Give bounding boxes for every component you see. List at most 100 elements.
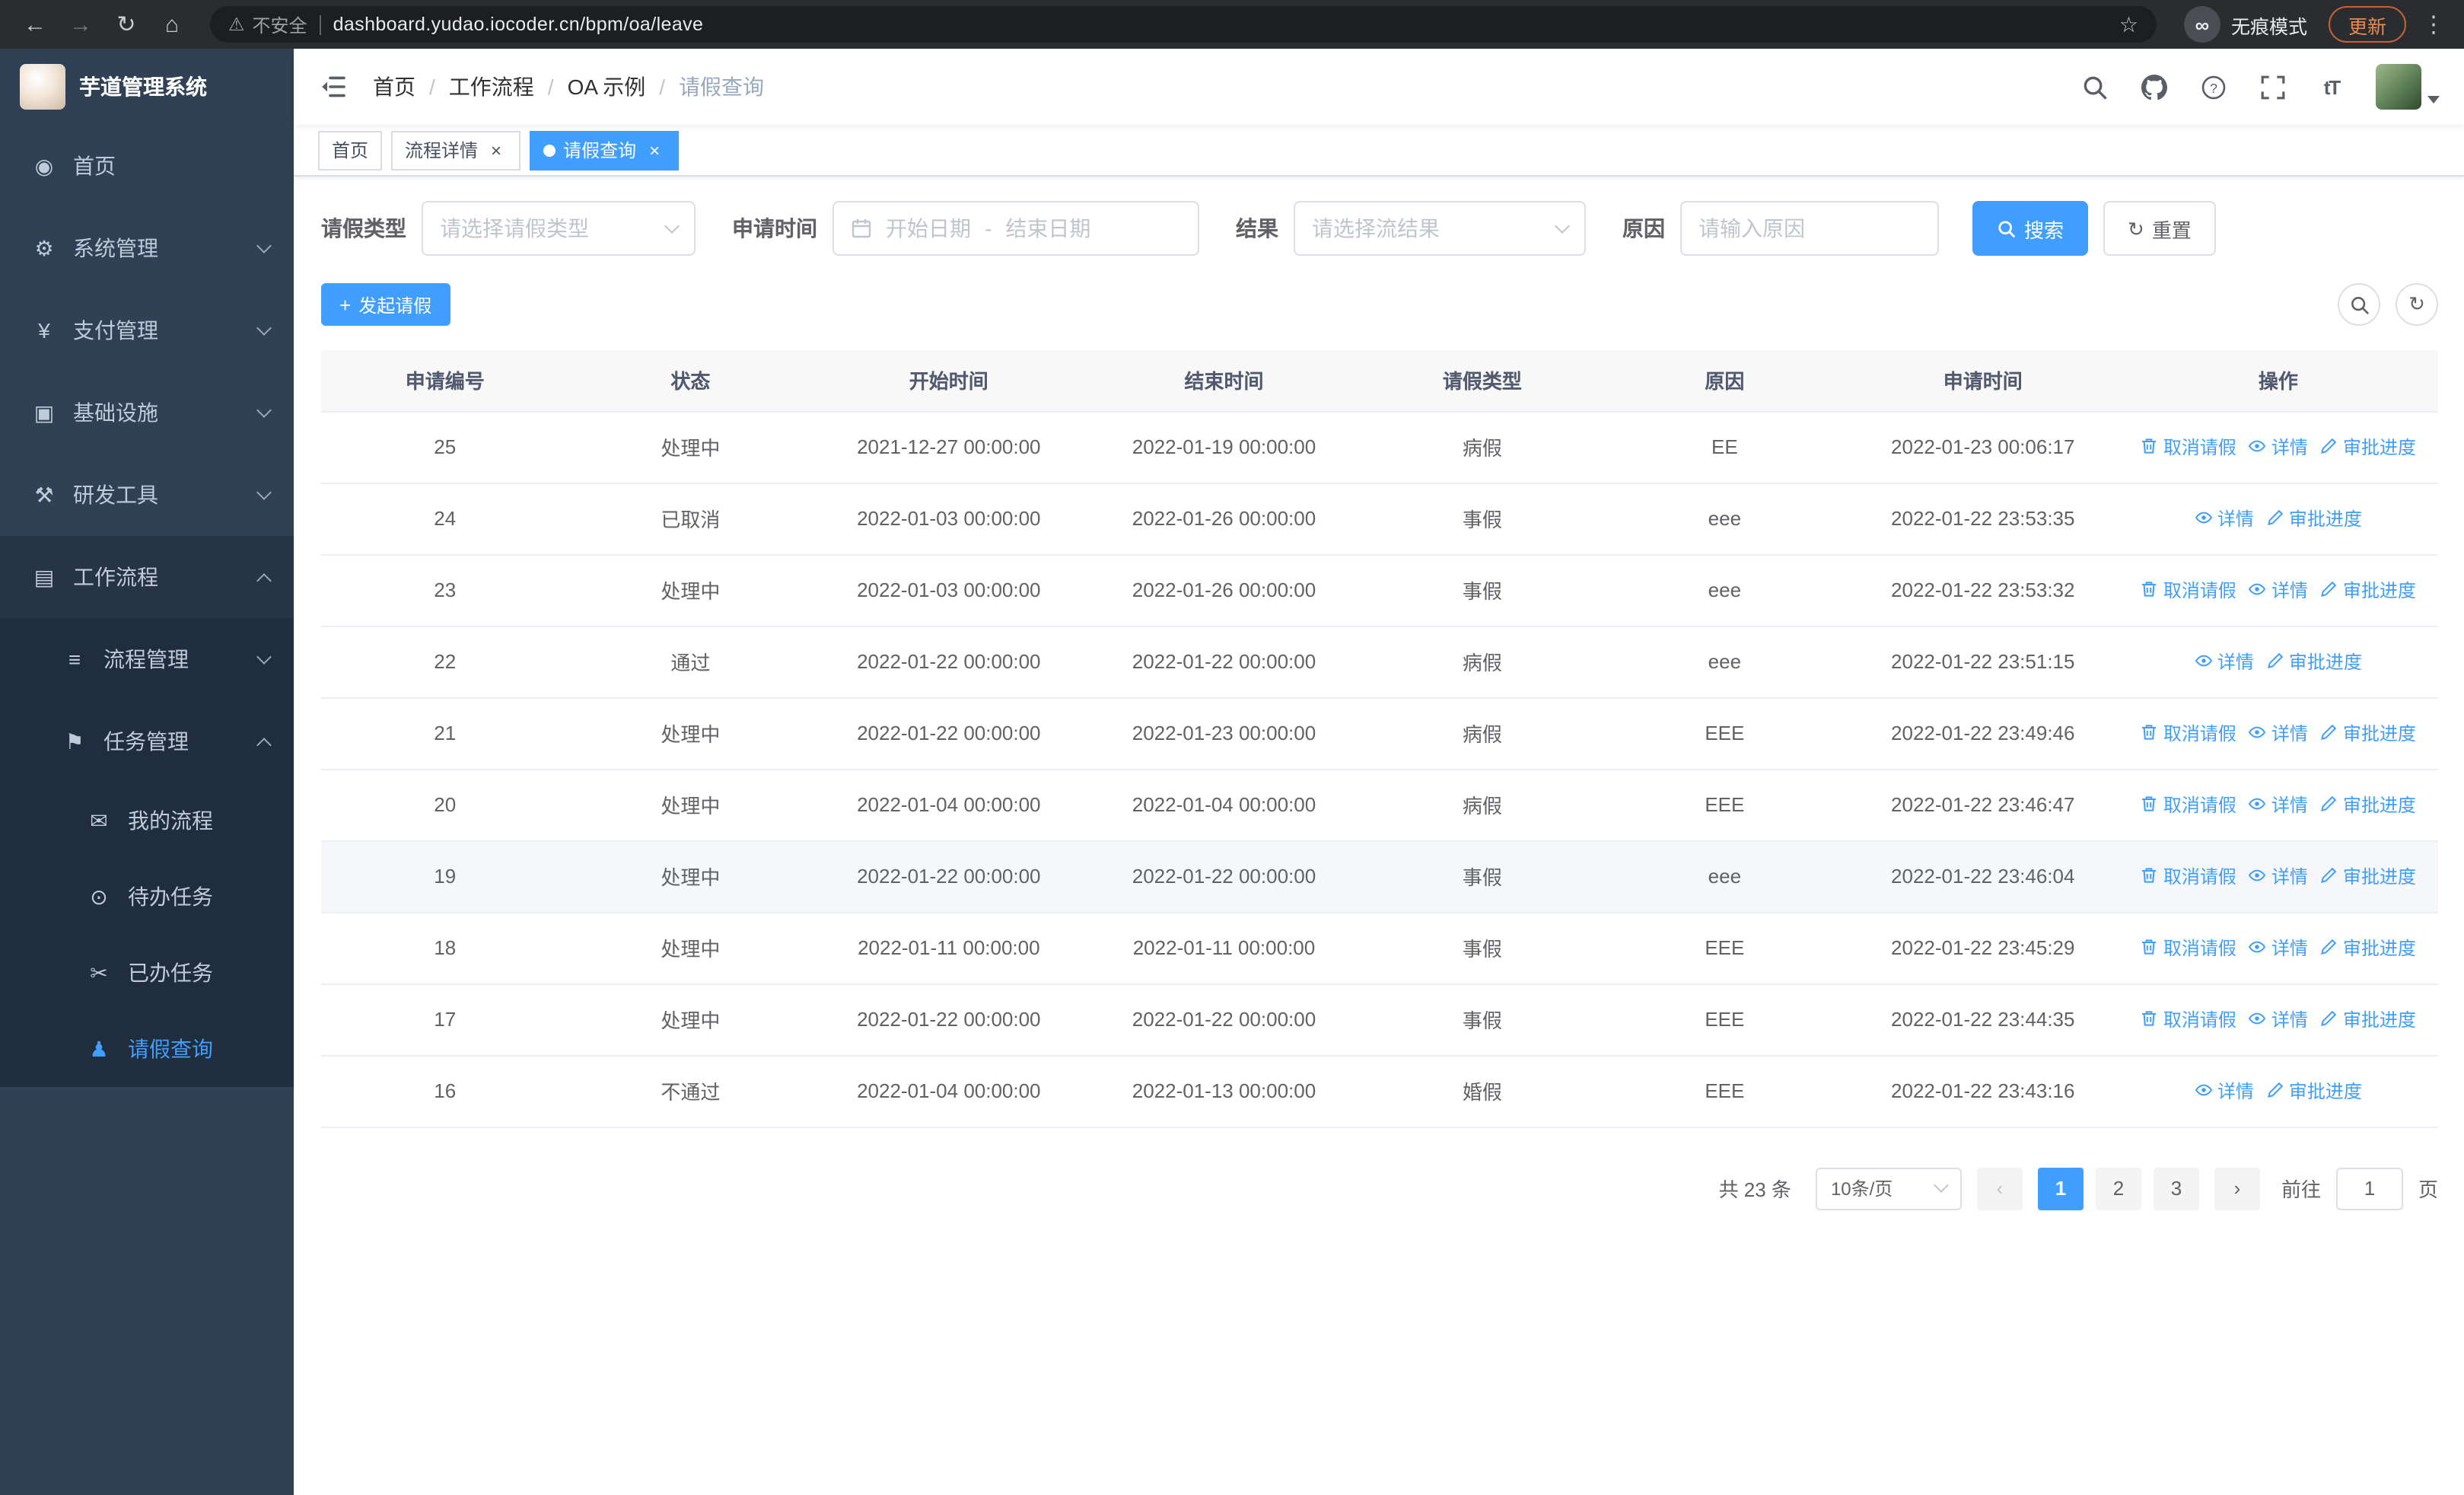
sidebar-item-payment[interactable]: ¥ 支付管理 bbox=[0, 289, 294, 371]
browser-menu-icon[interactable]: ⋮ bbox=[2418, 11, 2449, 38]
sidebar-item-devtools[interactable]: ⚒ 研发工具 bbox=[0, 454, 294, 536]
reset-button[interactable]: ↻ 重置 bbox=[2103, 201, 2216, 256]
page-size-select[interactable]: 10条/页 bbox=[1815, 1167, 1962, 1210]
column-header: 操作 bbox=[2118, 350, 2438, 412]
cell-reason: EEE bbox=[1602, 983, 1848, 1056]
toggle-search-button[interactable] bbox=[2338, 283, 2380, 326]
cancel-action-link[interactable]: 取消请假 bbox=[2141, 434, 2236, 460]
sidebar-item-label: 流程管理 bbox=[103, 647, 189, 671]
leave-type-select[interactable]: 请选择请假类型 bbox=[422, 201, 696, 256]
sidebar-collapse-icon[interactable] bbox=[318, 72, 349, 102]
sidebar-item-process-mgmt[interactable]: ≡ 流程管理 bbox=[0, 618, 294, 700]
create-leave-button[interactable]: + 发起请假 bbox=[321, 283, 450, 326]
refresh-table-button[interactable]: ↻ bbox=[2396, 283, 2438, 326]
github-icon[interactable] bbox=[2138, 72, 2169, 102]
progress-action-link[interactable]: 审批进度 bbox=[2266, 649, 2362, 674]
cell-actions: 取消请假 详情 审批进度 bbox=[2118, 411, 2438, 483]
url-text: dashboard.yudao.iocoder.cn/bpm/oa/leave bbox=[333, 14, 704, 35]
edit-icon bbox=[2321, 438, 2338, 454]
detail-action-link[interactable]: 详情 bbox=[2249, 720, 2308, 746]
cell-end-time: 2022-01-19 00:00:00 bbox=[1085, 411, 1363, 483]
edit-icon bbox=[2321, 582, 2338, 598]
detail-action-link[interactable]: 详情 bbox=[2249, 863, 2308, 889]
cell-status: 处理中 bbox=[568, 697, 813, 770]
sidebar-item-todo-task[interactable]: ⊙ 待办任务 bbox=[0, 859, 294, 935]
close-icon[interactable]: × bbox=[485, 139, 507, 161]
progress-action-link[interactable]: 审批进度 bbox=[2266, 505, 2362, 531]
tab-首页[interactable]: 首页 bbox=[318, 130, 383, 170]
breadcrumb-item[interactable]: OA 示例 bbox=[568, 72, 646, 102]
address-bar[interactable]: ⚠ 不安全 dashboard.yudao.iocoder.cn/bpm/oa/… bbox=[210, 6, 2157, 43]
cancel-action-link[interactable]: 取消请假 bbox=[2141, 863, 2236, 889]
cell-start-time: 2022-01-11 00:00:00 bbox=[812, 912, 1086, 984]
prev-page-button[interactable]: ‹ bbox=[1976, 1167, 2023, 1210]
eye-icon bbox=[2249, 727, 2267, 738]
page-button-1[interactable]: 1 bbox=[2037, 1167, 2084, 1210]
cancel-action-link[interactable]: 取消请假 bbox=[2141, 792, 2236, 818]
sidebar-item-label: 支付管理 bbox=[73, 318, 158, 343]
apply-time-range-picker[interactable]: 开始日期 - 结束日期 bbox=[832, 201, 1199, 256]
progress-action-link[interactable]: 审批进度 bbox=[2320, 577, 2416, 603]
cancel-action-link[interactable]: 取消请假 bbox=[2141, 935, 2236, 961]
progress-action-link[interactable]: 审批进度 bbox=[2320, 720, 2416, 746]
edit-icon bbox=[2321, 939, 2338, 955]
breadcrumb-item[interactable]: 工作流程 bbox=[449, 72, 534, 102]
detail-action-link[interactable]: 详情 bbox=[2195, 505, 2254, 531]
progress-action-link[interactable]: 审批进度 bbox=[2266, 1078, 2362, 1104]
fullscreen-icon[interactable] bbox=[2257, 72, 2287, 102]
browser-home-icon[interactable]: ⌂ bbox=[152, 5, 192, 44]
next-page-button[interactable]: › bbox=[2214, 1167, 2260, 1210]
cancel-action-link[interactable]: 取消请假 bbox=[2141, 720, 2236, 746]
help-icon[interactable]: ? bbox=[2198, 72, 2228, 102]
goto-page-input[interactable] bbox=[2335, 1167, 2403, 1210]
detail-action-link[interactable]: 详情 bbox=[2195, 1078, 2254, 1104]
detail-action-link[interactable]: 详情 bbox=[2249, 434, 2308, 460]
browser-back-icon[interactable]: ← bbox=[15, 5, 55, 44]
sidebar-item-task-mgmt[interactable]: ⚑ 任务管理 bbox=[0, 700, 294, 783]
page-button-3[interactable]: 3 bbox=[2153, 1167, 2199, 1210]
reason-input[interactable] bbox=[1680, 201, 1939, 256]
close-icon[interactable]: × bbox=[644, 139, 665, 161]
sidebar-item-workflow[interactable]: ▤ 工作流程 bbox=[0, 536, 294, 618]
cell-reason: eee bbox=[1602, 554, 1848, 626]
browser-forward-icon[interactable]: → bbox=[61, 5, 100, 44]
sidebar-item-infra[interactable]: ▣ 基础设施 bbox=[0, 371, 294, 454]
cancel-action-link[interactable]: 取消请假 bbox=[2141, 1006, 2236, 1032]
browser-reload-icon[interactable]: ↻ bbox=[107, 5, 146, 44]
browser-update-button[interactable]: 更新 bbox=[2328, 6, 2406, 43]
result-select[interactable]: 请选择流结果 bbox=[1294, 201, 1586, 256]
incognito-badge: ∞ 无痕模式 bbox=[2183, 6, 2307, 43]
sidebar-item-home[interactable]: ◉ 首页 bbox=[0, 125, 294, 207]
progress-action-link[interactable]: 审批进度 bbox=[2320, 434, 2416, 460]
user-avatar[interactable] bbox=[2376, 64, 2440, 110]
cell-leave-type: 病假 bbox=[1362, 411, 1603, 483]
security-warning[interactable]: ⚠ 不安全 bbox=[228, 11, 307, 37]
progress-action-link[interactable]: 审批进度 bbox=[2320, 1006, 2416, 1032]
breadcrumb-item[interactable]: 首页 bbox=[373, 72, 415, 102]
tab-请假查询[interactable]: 请假查询 × bbox=[530, 130, 680, 170]
progress-action-link[interactable]: 审批进度 bbox=[2320, 863, 2416, 889]
cell-apply-time: 2022-01-22 23:53:32 bbox=[1847, 554, 2119, 626]
search-button[interactable]: 搜索 bbox=[1972, 201, 2089, 256]
tab-流程详情[interactable]: 流程详情 × bbox=[391, 130, 521, 170]
detail-action-link[interactable]: 详情 bbox=[2195, 649, 2254, 674]
sidebar-item-system[interactable]: ⚙ 系统管理 bbox=[0, 207, 294, 289]
detail-action-link[interactable]: 详情 bbox=[2249, 577, 2308, 603]
edit-icon bbox=[2321, 796, 2338, 812]
sidebar-item-done-task[interactable]: ✂ 已办任务 bbox=[0, 935, 294, 1011]
active-tab-dot bbox=[543, 144, 556, 156]
detail-action-link[interactable]: 详情 bbox=[2249, 792, 2308, 818]
page-button-2[interactable]: 2 bbox=[2095, 1167, 2141, 1210]
cancel-action-link[interactable]: 取消请假 bbox=[2141, 577, 2236, 603]
sidebar-item-leave-query[interactable]: ♟ 请假查询 bbox=[0, 1011, 294, 1087]
detail-action-link[interactable]: 详情 bbox=[2249, 1006, 2308, 1032]
chevron-down-icon bbox=[1934, 1178, 1949, 1193]
progress-action-link[interactable]: 审批进度 bbox=[2320, 792, 2416, 818]
progress-action-link[interactable]: 审批进度 bbox=[2320, 935, 2416, 961]
sidebar-item-my-process[interactable]: ✉ 我的流程 bbox=[0, 783, 294, 859]
font-size-icon[interactable]: tT bbox=[2316, 72, 2347, 102]
search-icon[interactable] bbox=[2079, 72, 2109, 102]
app-logo[interactable]: 芋道管理系统 bbox=[0, 49, 294, 125]
detail-action-link[interactable]: 详情 bbox=[2249, 935, 2308, 961]
bookmark-star-icon[interactable]: ☆ bbox=[2119, 11, 2138, 37]
